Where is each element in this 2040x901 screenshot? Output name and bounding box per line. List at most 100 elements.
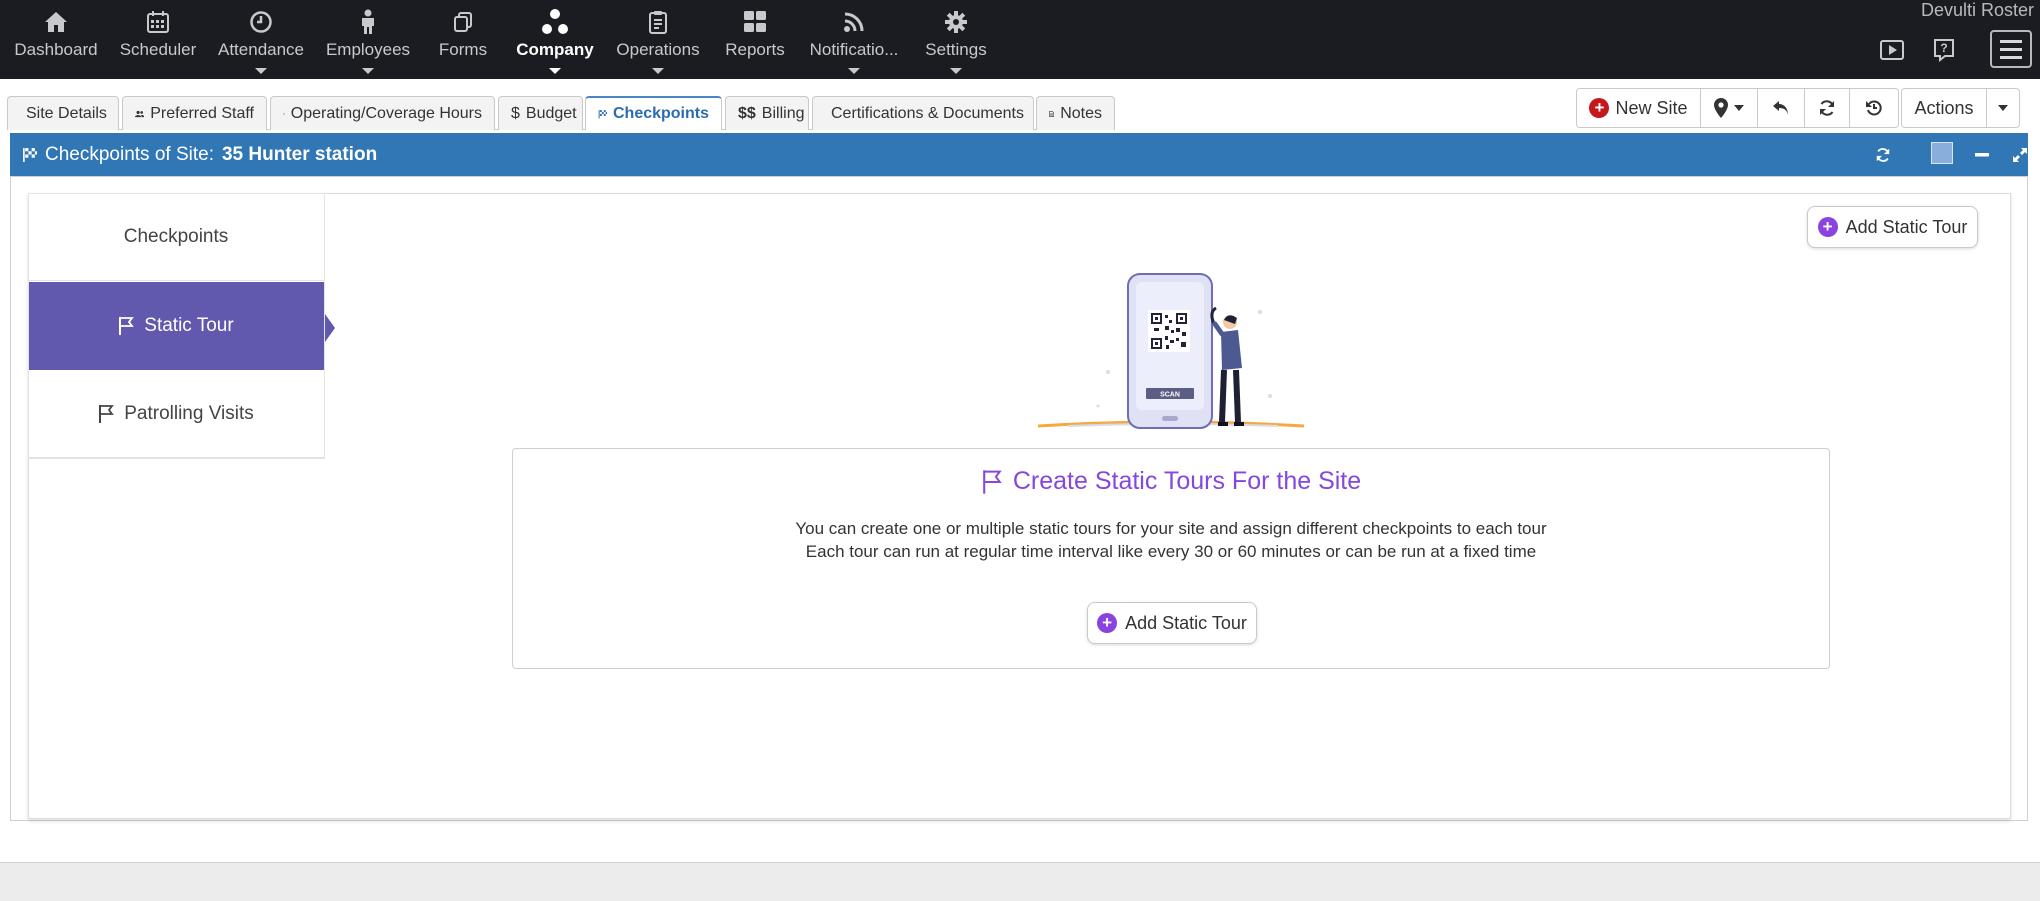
- nav-label: Employees: [325, 40, 411, 59]
- tab-site-details[interactable]: Site Details: [7, 96, 119, 130]
- nav-label: Reports: [725, 40, 785, 59]
- info-description-line-2: Each tour can run at regular time interv…: [805, 542, 1537, 561]
- history-icon: [1866, 100, 1882, 116]
- chevron-down-icon: [848, 68, 860, 74]
- tab-preferred-staff[interactable]: Preferred Staff: [122, 96, 267, 130]
- new-site-button[interactable]: + New Site: [1576, 88, 1701, 128]
- qr-scan-illustration: SCAN: [1038, 273, 1304, 429]
- info-title-text: Create Static Tours For the Site: [1012, 467, 1362, 495]
- tab-certifications-documents[interactable]: Certifications & Documents: [812, 96, 1034, 130]
- expand-icon[interactable]: [2006, 141, 2034, 169]
- copy-icon: [449, 8, 477, 36]
- plus-circle-icon: +: [1589, 98, 1610, 118]
- help-icon[interactable]: ?: [1930, 36, 1958, 64]
- home-icon: [42, 8, 70, 36]
- tab-label: Billing: [761, 104, 805, 122]
- nav-label: Operations: [616, 40, 700, 59]
- nav-item-dashboard[interactable]: Dashboard: [12, 0, 100, 79]
- undo-button[interactable]: [1757, 88, 1805, 128]
- tab-operating-hours[interactable]: Operating/Coverage Hours: [270, 96, 495, 130]
- video-play-icon[interactable]: [1878, 36, 1906, 64]
- company-icon: [541, 8, 569, 36]
- hamburger-menu-icon[interactable]: [1990, 30, 2032, 68]
- sidebar-border: [28, 193, 325, 459]
- person-icon: [354, 8, 382, 36]
- chevron-down-icon: [549, 68, 561, 74]
- dollar-icon: $: [511, 104, 520, 122]
- top-navigation-bar: Dashboard Scheduler Attendance Employees…: [0, 0, 2040, 79]
- history-button[interactable]: [1849, 88, 1899, 128]
- nav-item-notifications[interactable]: Notificatio...: [808, 0, 900, 79]
- tab-label: Certifications & Documents: [831, 104, 1024, 122]
- location-dropdown-button[interactable]: [1700, 88, 1758, 128]
- tab-label: Operating/Coverage Hours: [290, 104, 482, 122]
- panel-title: Checkpoints of Site: 35 Hunter station: [22, 144, 377, 166]
- nav-item-employees[interactable]: Employees: [326, 0, 410, 79]
- calendar-icon: [144, 8, 172, 36]
- refresh-icon: [1820, 100, 1834, 116]
- chevron-down-icon: [362, 68, 374, 74]
- tab-billing[interactable]: $$ Billing: [725, 96, 809, 130]
- actions-label: Actions: [1914, 97, 1974, 118]
- new-site-label: New Site: [1615, 97, 1688, 118]
- plus-circle-icon: +: [1817, 217, 1838, 237]
- nav-label: Notificatio...: [809, 40, 899, 59]
- nav-item-operations[interactable]: Operations: [614, 0, 702, 79]
- caret-down-icon: [1998, 105, 2008, 111]
- nav-item-settings[interactable]: Settings: [920, 0, 992, 79]
- actions-button[interactable]: Actions: [1901, 88, 1987, 128]
- info-description-line-1: You can create one or multiple static to…: [795, 519, 1547, 538]
- nav-label: Dashboard: [14, 40, 98, 59]
- tab-label: Site Details: [26, 104, 107, 122]
- tab-label: Checkpoints: [612, 105, 709, 122]
- color-swatch[interactable]: [1931, 142, 1953, 164]
- checkered-flag-icon: [598, 110, 607, 119]
- gear-icon: [942, 8, 970, 36]
- flag-icon: [983, 469, 1002, 494]
- chevron-down-icon: [950, 68, 962, 74]
- svg-text:SCAN: SCAN: [1160, 392, 1180, 399]
- info-title: Create Static Tours For the Site: [513, 467, 1829, 496]
- nav-item-scheduler[interactable]: Scheduler: [118, 0, 198, 79]
- grid-icon: [741, 8, 769, 36]
- map-marker-icon: [1714, 98, 1728, 118]
- svg-text:?: ?: [1940, 41, 1947, 55]
- active-indicator-arrow: [325, 314, 335, 342]
- tab-label: Notes: [1060, 104, 1102, 122]
- nav-label: Settings: [925, 40, 987, 59]
- users-icon: [135, 110, 145, 117]
- panel-title-prefix: Checkpoints of Site:: [45, 143, 214, 165]
- nav-label: Company: [516, 40, 594, 59]
- checkered-flag-icon: [23, 148, 37, 162]
- nav-item-attendance[interactable]: Attendance: [218, 0, 304, 79]
- document-icon: [1049, 110, 1055, 117]
- nav-item-company[interactable]: Company: [514, 0, 596, 79]
- clipboard-icon: [644, 8, 672, 36]
- minimize-icon[interactable]: [1968, 141, 1996, 169]
- caret-down-icon: [1734, 105, 1744, 111]
- tab-notes[interactable]: Notes: [1036, 96, 1115, 130]
- tab-budget[interactable]: $ Budget: [498, 96, 583, 130]
- tab-label: Preferred Staff: [150, 104, 254, 122]
- actions-dropdown-toggle[interactable]: [1986, 88, 2020, 128]
- tab-label: Budget: [525, 104, 577, 122]
- add-static-tour-button-top[interactable]: + Add Static Tour: [1807, 206, 1978, 248]
- history-icon: [283, 112, 285, 115]
- nav-item-reports[interactable]: Reports: [722, 0, 788, 79]
- add-static-tour-label: Add Static Tour: [1845, 216, 1968, 237]
- site-name: 35 Hunter station: [221, 143, 378, 165]
- nav-label: Forms: [438, 40, 488, 59]
- dollar-icon: $$: [738, 104, 756, 122]
- tab-checkpoints[interactable]: Checkpoints: [585, 96, 722, 130]
- rss-icon: [840, 8, 868, 36]
- nav-item-forms[interactable]: Forms: [432, 0, 494, 79]
- refresh-icon[interactable]: [1869, 141, 1897, 169]
- clock-icon: [247, 8, 275, 36]
- panel-header: Checkpoints of Site: 35 Hunter station: [10, 133, 2028, 176]
- refresh-button[interactable]: [1804, 88, 1850, 128]
- chevron-down-icon: [652, 68, 664, 74]
- page-footer-area: [0, 863, 2040, 901]
- nav-label: Scheduler: [119, 40, 197, 59]
- nav-label: Attendance: [218, 40, 305, 59]
- add-static-tour-button-bottom[interactable]: + Add Static Tour: [1087, 602, 1257, 644]
